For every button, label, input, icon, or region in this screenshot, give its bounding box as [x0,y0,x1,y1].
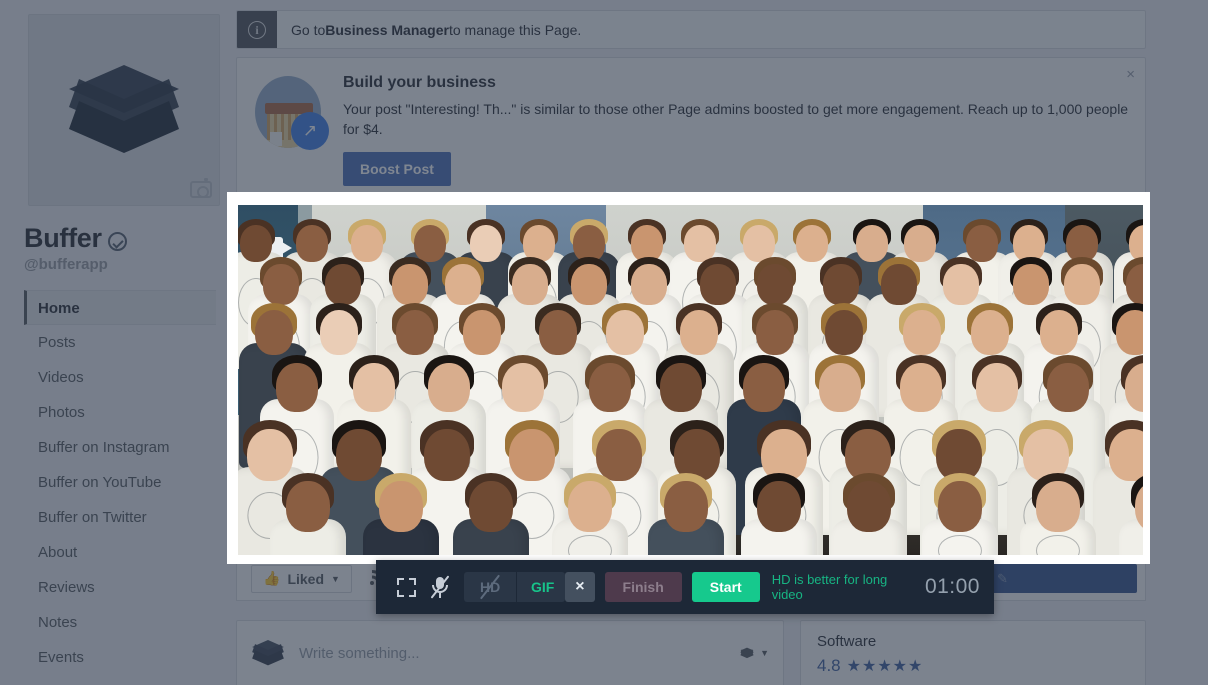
recording-timer: 01:00 [924,575,980,598]
recording-selection-region[interactable] [227,192,1150,564]
gif-toggle[interactable]: GIF [516,572,565,602]
microphone-muted-icon[interactable] [423,570,456,604]
person [648,473,726,555]
person [1020,473,1098,555]
team-photo [238,205,1143,555]
person [1119,473,1143,555]
crop-selection-icon[interactable] [390,570,423,604]
start-button[interactable]: Start [691,572,760,602]
person [741,473,819,555]
finish-button[interactable]: Finish [604,572,682,602]
selection-content [238,205,1143,555]
dim-overlay-left [0,202,227,555]
person [552,473,630,555]
close-icon[interactable]: × [565,572,595,602]
dim-overlay-top [0,0,1208,202]
person [831,473,909,555]
person [363,473,441,555]
person [922,473,1000,555]
person [270,473,348,555]
person [453,473,531,555]
hd-hint-text: HD is better for long video [771,572,888,602]
hd-disabled-icon[interactable]: HD [464,572,516,602]
dim-overlay-right [1146,202,1208,555]
screen-recorder-toolbar: HD GIF × Finish Start HD is better for l… [376,560,994,614]
screen-root: Buffer @bufferapp HomePostsVideosPhotosB… [0,0,1208,685]
quality-toggle-group: HD GIF [464,572,566,602]
